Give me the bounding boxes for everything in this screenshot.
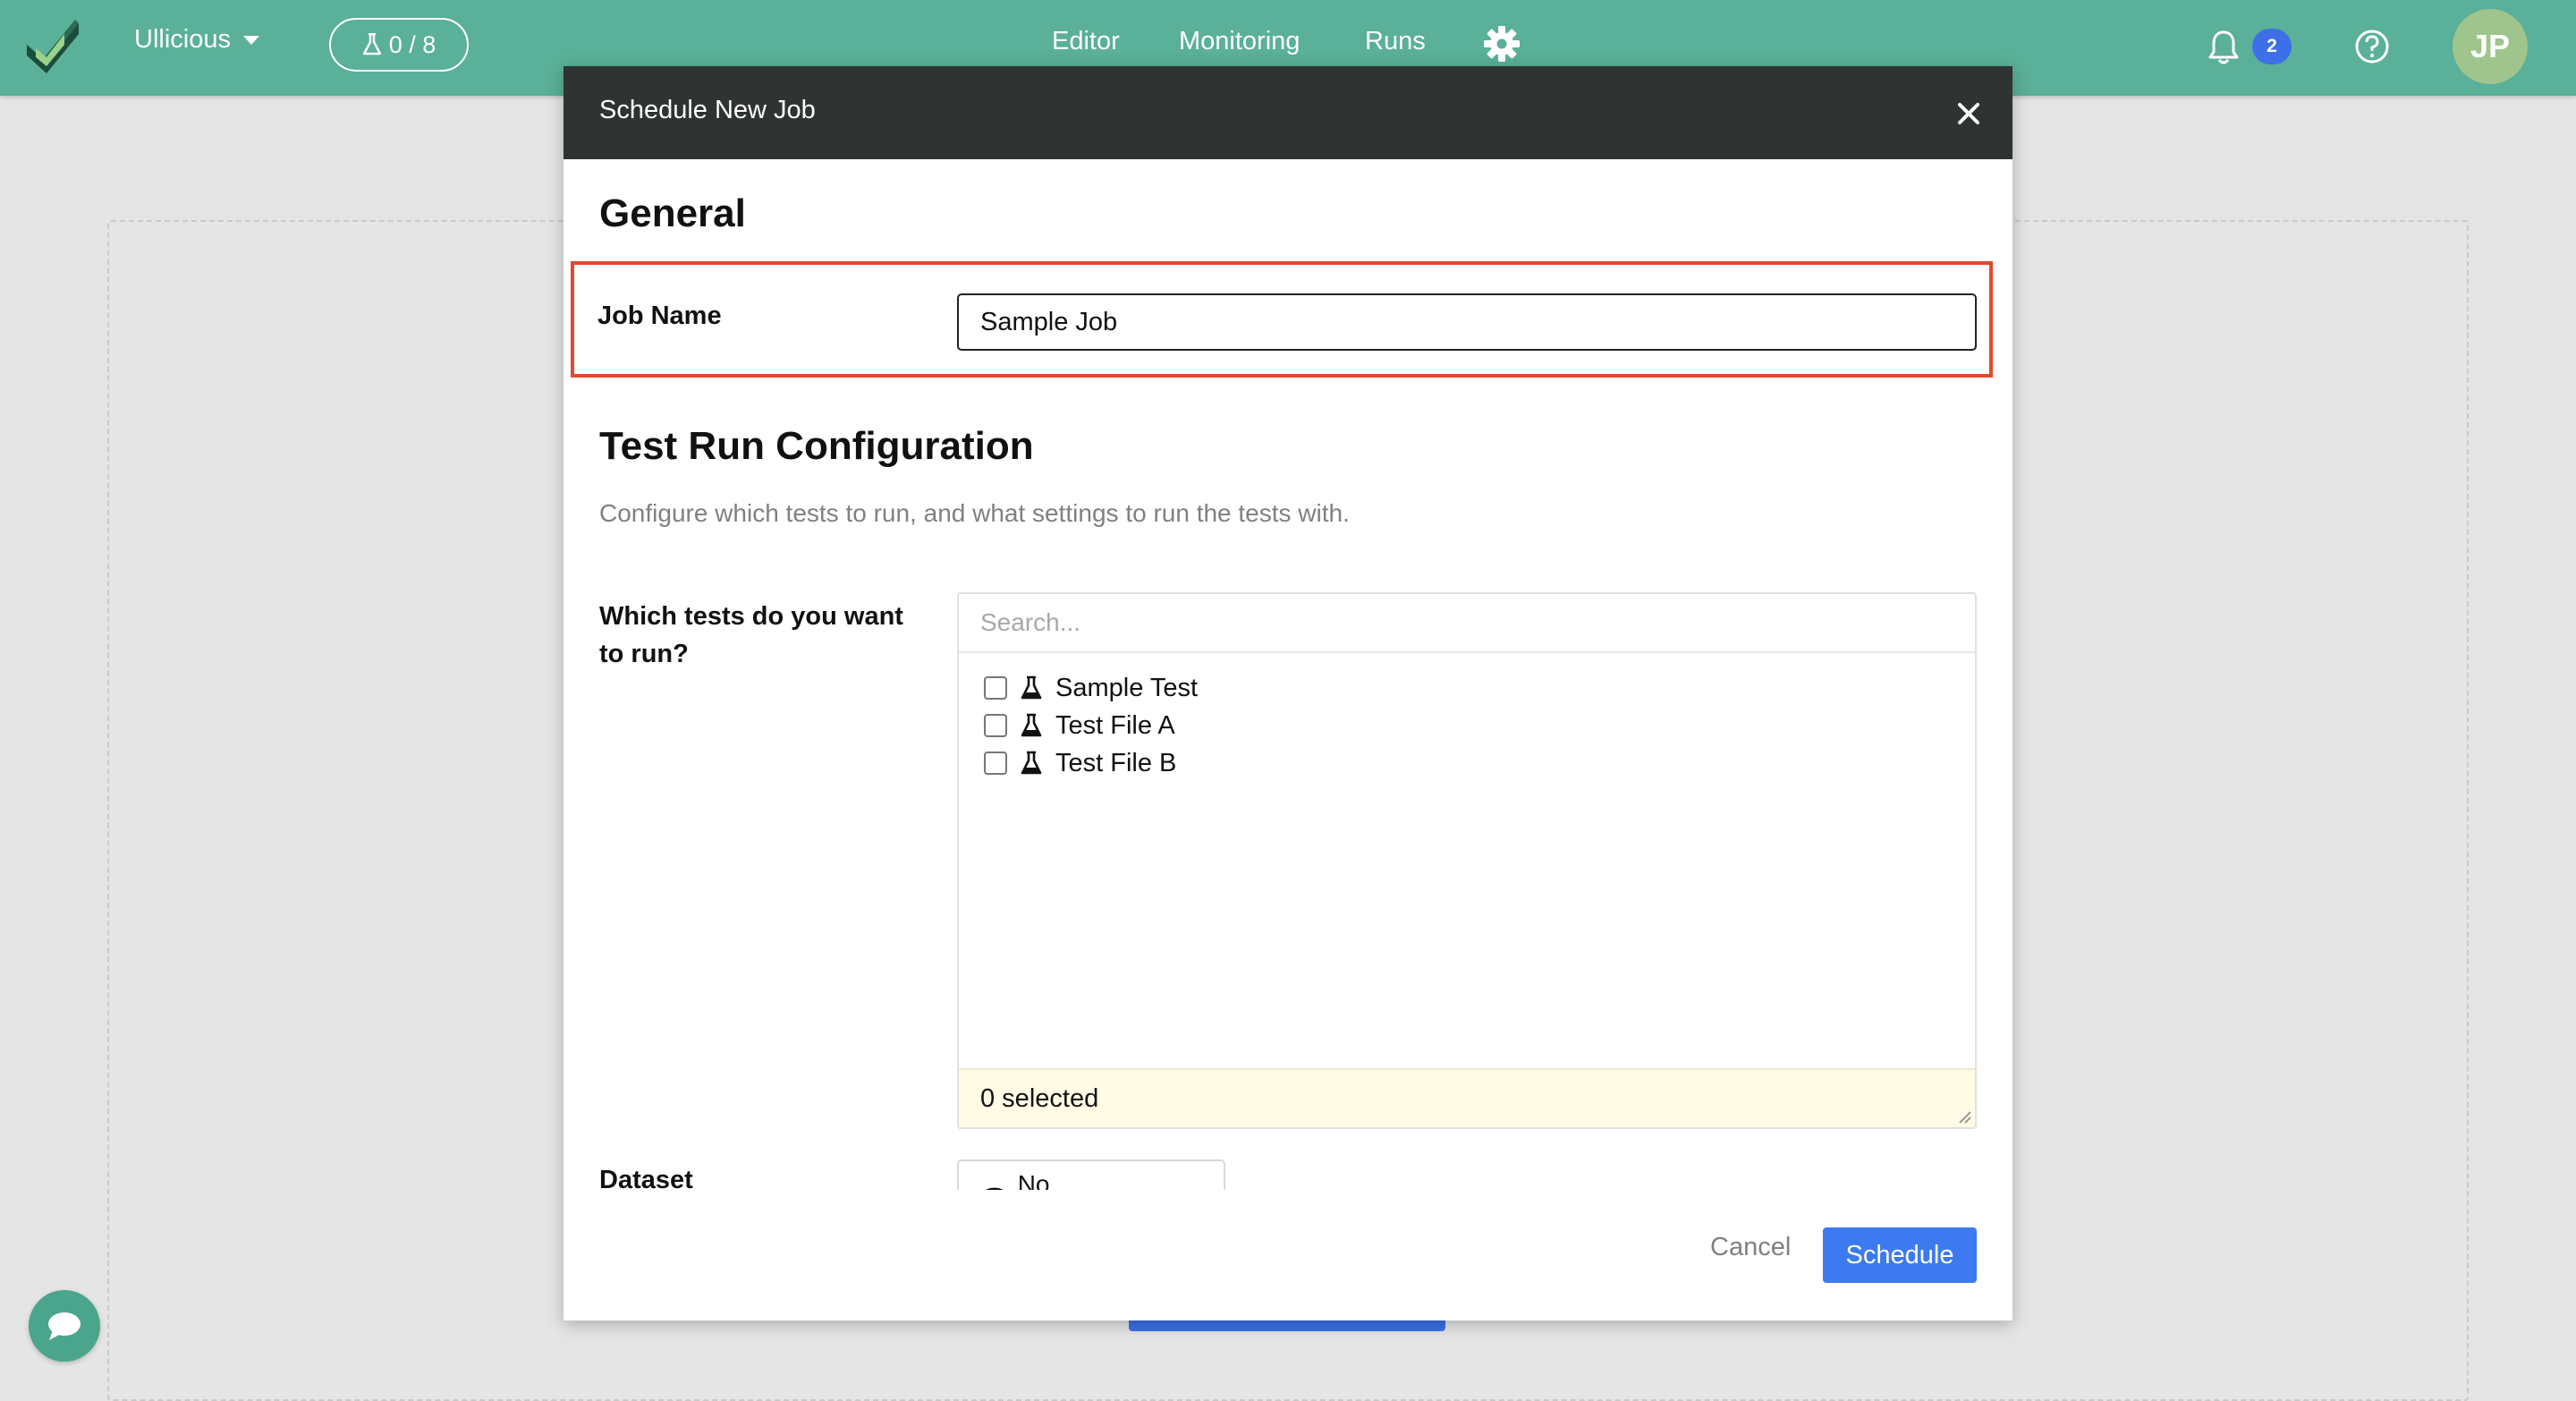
tests-label: Which tests do you want to run? <box>599 598 903 673</box>
test-checkbox[interactable] <box>984 676 1007 700</box>
list-item[interactable]: Sample Test <box>984 669 1198 707</box>
nav-runs[interactable]: Runs <box>1365 27 1426 56</box>
config-heading: Test Run Configuration <box>599 424 1034 468</box>
nav-editor[interactable]: Editor <box>1052 27 1120 56</box>
help-icon[interactable] <box>2354 29 2390 64</box>
resize-handle-icon[interactable] <box>1957 1109 1971 1124</box>
test-name: Sample Test <box>1055 673 1199 702</box>
test-counter: 0 / 8 <box>388 30 436 58</box>
schedule-job-modal: Schedule New Job General Job Name Test R… <box>564 66 2012 1320</box>
list-item[interactable]: Test File B <box>984 744 1198 782</box>
flask-icon <box>362 33 381 55</box>
test-items: Sample Test Test File A Test File B <box>984 669 1198 782</box>
job-name-label: Job Name <box>597 301 722 330</box>
logo-icon[interactable] <box>23 18 82 73</box>
chat-bubble-icon <box>48 1312 80 1340</box>
chat-button[interactable] <box>29 1290 100 1362</box>
general-heading: General <box>599 191 746 235</box>
gear-icon[interactable] <box>1483 25 1521 63</box>
chevron-down-icon <box>242 35 259 45</box>
nav-monitoring[interactable]: Monitoring <box>1179 27 1300 56</box>
test-name: Test File A <box>1055 710 1175 740</box>
list-item[interactable]: Test File A <box>984 707 1198 744</box>
modal-title: Schedule New Job <box>599 96 816 124</box>
close-icon[interactable] <box>1955 100 1982 127</box>
notification-badge: 2 <box>2252 29 2292 64</box>
test-checkbox[interactable] <box>984 714 1007 737</box>
flask-icon <box>1021 675 1042 700</box>
config-description: Configure which tests to run, and what s… <box>599 499 1350 527</box>
search-input[interactable] <box>959 594 1975 653</box>
tests-label-line1: Which tests do you want <box>599 602 903 631</box>
org-name: Ullicious <box>134 25 231 54</box>
modal-header: Schedule New Job <box>564 66 2012 159</box>
flask-icon <box>1021 713 1042 737</box>
job-name-field[interactable] <box>957 293 1977 351</box>
selected-count: 0 selected <box>959 1068 1975 1127</box>
schedule-button[interactable]: Schedule <box>1823 1227 1977 1283</box>
test-checkbox[interactable] <box>984 751 1007 775</box>
tests-label-line2: to run? <box>599 640 689 668</box>
avatar[interactable]: JP <box>2453 9 2528 84</box>
test-list: Sample Test Test File A Test File B 0 se… <box>957 592 1977 1129</box>
test-counter-pill[interactable]: 0 / 8 <box>329 18 469 72</box>
test-name: Test File B <box>1055 748 1177 777</box>
cancel-button[interactable]: Cancel <box>1710 1233 1791 1262</box>
flask-icon <box>1021 751 1042 775</box>
modal-footer-divider <box>564 1190 2012 1208</box>
org-switcher[interactable]: Ullicious <box>134 25 259 55</box>
bell-icon[interactable] <box>2206 29 2241 66</box>
